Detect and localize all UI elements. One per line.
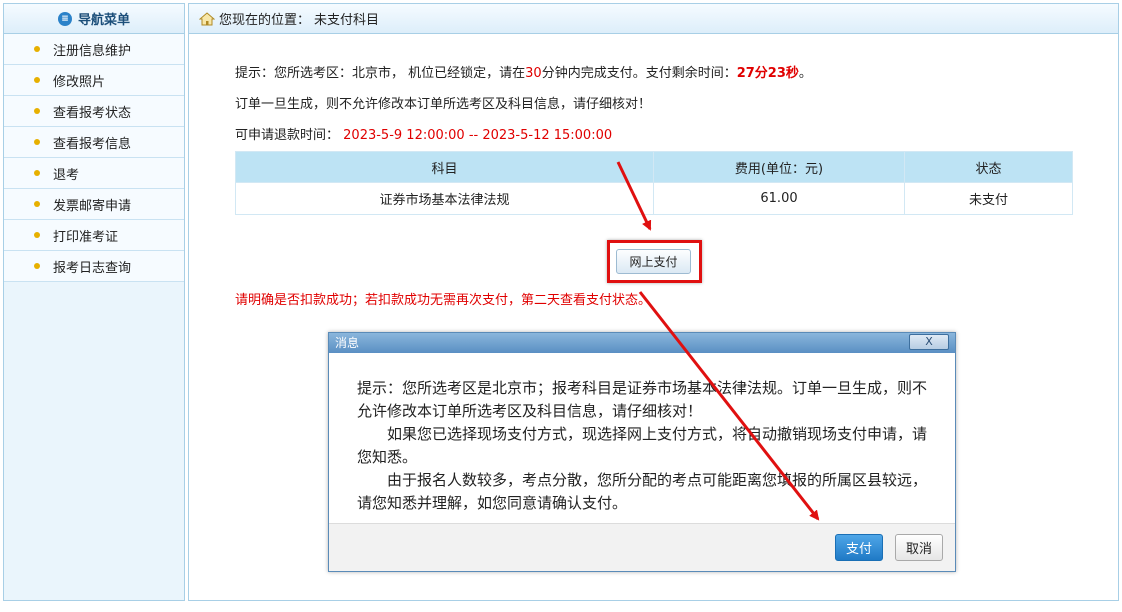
bullet-icon: [34, 139, 40, 145]
notice-block: 提示：您所选考区：北京市， 机位已经锁定，请在30分钟内完成支付。支付剩余时间：…: [235, 64, 1085, 157]
dialog-paragraph: 提示：您所选考区是北京市；报考科目是证券市场基本法律法规。订单一旦生成，则不允许…: [357, 379, 928, 420]
order-notice: 订单一旦生成，则不允许修改本订单所选考区及科目信息，请仔细核对！: [235, 97, 652, 112]
notice-text: 分钟内完成支付。支付剩余时间：: [541, 66, 737, 81]
breadcrumb: 您现在的位置： 未支付科目: [189, 4, 1118, 34]
cell-fee: 61.00: [653, 182, 905, 215]
online-pay-button[interactable]: 网上支付: [616, 249, 691, 274]
dialog-paragraph: 如果您已选择现场支付方式，现选择网上支付方式，将自动撤销现场支付申请，请您知悉。: [357, 425, 928, 466]
sidebar-item-print-ticket[interactable]: 打印准考证: [4, 220, 184, 251]
dialog-paragraph: 由于报名人数较多，考点分散，您所分配的考点可能距离您填报的所属区县较远，请您知悉…: [357, 471, 928, 512]
sidebar-item-invoice[interactable]: 发票邮寄申请: [4, 189, 184, 220]
payment-warning: 请明确是否扣款成功；若扣款成功无需再次支付，第二天查看支付状态。: [235, 293, 652, 308]
cell-subject: 证券市场基本法律法规: [235, 182, 654, 215]
sidebar-nav: ≡ 导航菜单 注册信息维护 修改照片 查看报考状态 查看报考信息 退考 发票邮寄…: [3, 3, 185, 601]
sidebar-header: ≡ 导航菜单: [4, 4, 184, 34]
table-row: 证券市场基本法律法规 61.00 未支付: [235, 182, 1073, 215]
dialog-footer: 支付 取消: [329, 523, 955, 571]
bullet-icon: [34, 46, 40, 52]
sidebar-item-exam-info[interactable]: 查看报考信息: [4, 127, 184, 158]
sidebar-item-label: 打印准考证: [53, 229, 119, 245]
cancel-button[interactable]: 取消: [895, 534, 943, 561]
refund-period: 2023-5-9 12:00:00 -- 2023-5-12 15:00:00: [343, 128, 613, 143]
bullet-icon: [34, 232, 40, 238]
dialog-title: 消息: [335, 336, 360, 350]
home-icon: [199, 11, 215, 25]
remaining-time: 27分23秒: [736, 66, 799, 81]
sidebar-item-label: 退考: [53, 167, 80, 183]
column-header-status: 状态: [904, 151, 1073, 183]
sidebar-item-withdraw[interactable]: 退考: [4, 158, 184, 189]
minutes-value: 30: [525, 66, 542, 81]
bullet-icon: [34, 77, 40, 83]
breadcrumb-prefix: 您现在的位置：: [219, 13, 311, 28]
sidebar-item-edit-photo[interactable]: 修改照片: [4, 65, 184, 96]
notice-text: 。: [798, 66, 812, 81]
sidebar-title: 导航菜单: [77, 13, 130, 28]
sidebar-item-exam-status[interactable]: 查看报考状态: [4, 96, 184, 127]
bullet-icon: [34, 263, 40, 269]
sidebar-item-register-info[interactable]: 注册信息维护: [4, 34, 184, 65]
cell-status: 未支付: [904, 182, 1073, 215]
sidebar-item-label: 查看报考信息: [53, 136, 132, 152]
dialog-titlebar: 消息 X: [329, 333, 955, 353]
close-button[interactable]: X: [909, 334, 949, 350]
refund-notice: 可申请退款时间： 2023-5-9 12:00:00 -- 2023-5-12 …: [235, 126, 1085, 146]
order-table: 科目 费用(单位：元) 状态 证券市场基本法律法规 61.00 未支付: [235, 151, 1073, 215]
sidebar-item-log[interactable]: 报考日志查询: [4, 251, 184, 282]
confirm-pay-button[interactable]: 支付: [835, 534, 883, 561]
refund-label: 可申请退款时间：: [235, 128, 340, 143]
list-icon: ≡: [57, 11, 72, 26]
sidebar-item-label: 查看报考状态: [53, 105, 132, 121]
column-header-fee: 费用(单位：元): [653, 151, 905, 183]
lock-notice: 提示：您所选考区：北京市， 机位已经锁定，请在30分钟内完成支付。支付剩余时间：…: [235, 64, 1085, 84]
sidebar-item-label: 发票邮寄申请: [53, 198, 132, 214]
message-dialog: 消息 X 提示：您所选考区是北京市；报考科目是证券市场基本法律法规。订单一旦生成…: [328, 332, 956, 572]
column-header-subject: 科目: [235, 151, 654, 183]
notice-text: 提示：您所选考区：北京市， 机位已经锁定，请在: [235, 66, 526, 81]
breadcrumb-current: 未支付科目: [314, 13, 380, 28]
bullet-icon: [34, 108, 40, 114]
bullet-icon: [34, 170, 40, 176]
table-header-row: 科目 费用(单位：元) 状态: [235, 151, 1073, 183]
sidebar-item-label: 修改照片: [53, 74, 106, 90]
bullet-icon: [34, 201, 40, 207]
sidebar-item-label: 报考日志查询: [53, 260, 132, 276]
sidebar-item-label: 注册信息维护: [53, 43, 132, 59]
dialog-message: 提示：您所选考区是北京市；报考科目是证券市场基本法律法规。订单一旦生成，则不允许…: [357, 377, 927, 515]
